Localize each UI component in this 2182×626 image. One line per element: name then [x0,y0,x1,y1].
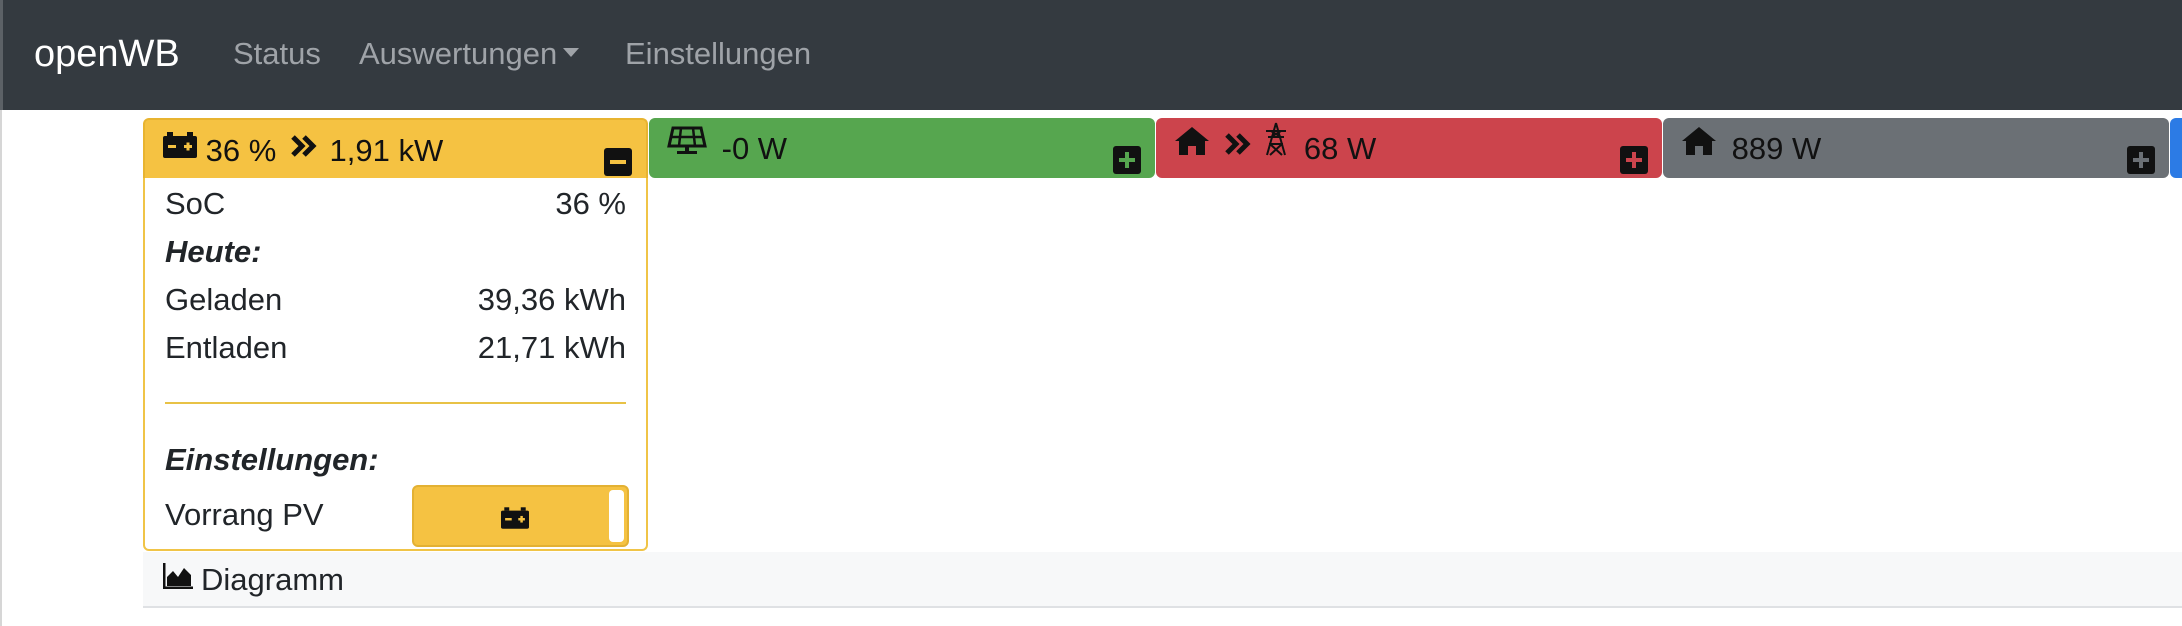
battery-power: 1,91 kW [329,132,444,168]
next-tile-edge[interactable] [2170,118,2182,178]
soc-value: 36 % [555,186,626,221]
nav-auswertungen-label: Auswertungen [359,36,558,71]
charged-row: Geladen 39,36 kWh [165,280,626,320]
priority-pv-toggle[interactable] [412,485,629,547]
grid-power: 68 W [1303,130,1377,166]
diagram-section-header[interactable]: Diagramm [143,552,2182,608]
battery-detail-panel: SoC 36 % Heute: Geladen 39,36 kWh Entlad… [143,178,648,551]
power-tower-icon [1263,117,1289,175]
battery-soc-header: 36 % [205,132,277,168]
pv-tile-header[interactable]: -0 W [649,118,1155,178]
battery-tile-header[interactable]: 36 % 1,91 kW [143,118,648,178]
soc-label: SoC [165,186,226,221]
nav-status[interactable]: Status [233,34,321,74]
home-icon [1174,117,1210,175]
soc-row: SoC 36 % [165,184,626,224]
grid-tile-header[interactable]: 68 W [1156,118,1662,178]
toggle-knob[interactable] [609,490,624,542]
car-battery-icon [163,119,197,177]
plus-square-icon[interactable] [1113,135,1141,193]
home-icon [1681,117,1717,175]
plus-square-icon[interactable] [2127,135,2155,193]
car-battery-icon [501,507,529,534]
charged-label: Geladen [165,282,283,317]
discharged-row: Entladen 21,71 kWh [165,328,626,368]
home-tile-header[interactable]: 889 W [1663,118,2169,178]
top-navbar: openWB Status Auswertungen Einstellungen [0,0,2182,110]
brand-logo[interactable]: openWB [34,30,180,78]
divider [165,402,626,404]
discharged-value: 21,71 kWh [477,330,626,365]
page-edge [0,110,2,626]
plus-square-icon[interactable] [1620,135,1648,193]
settings-heading: Einstellungen: [165,442,379,477]
charged-value: 39,36 kWh [477,282,626,317]
angle-double-right-icon [291,119,317,177]
solar-panel-icon [667,117,707,175]
discharged-label: Entladen [165,330,288,365]
diagram-label: Diagramm [201,562,344,597]
area-chart-icon [162,551,193,607]
caret-down-icon [563,48,580,58]
pv-power: -0 W [721,130,788,166]
angle-double-right-icon [1224,117,1251,175]
nav-auswertungen[interactable]: Auswertungen [359,34,580,74]
today-heading: Heute: [165,234,262,269]
nav-einstellungen[interactable]: Einstellungen [625,34,811,74]
home-power: 889 W [1731,130,1822,166]
